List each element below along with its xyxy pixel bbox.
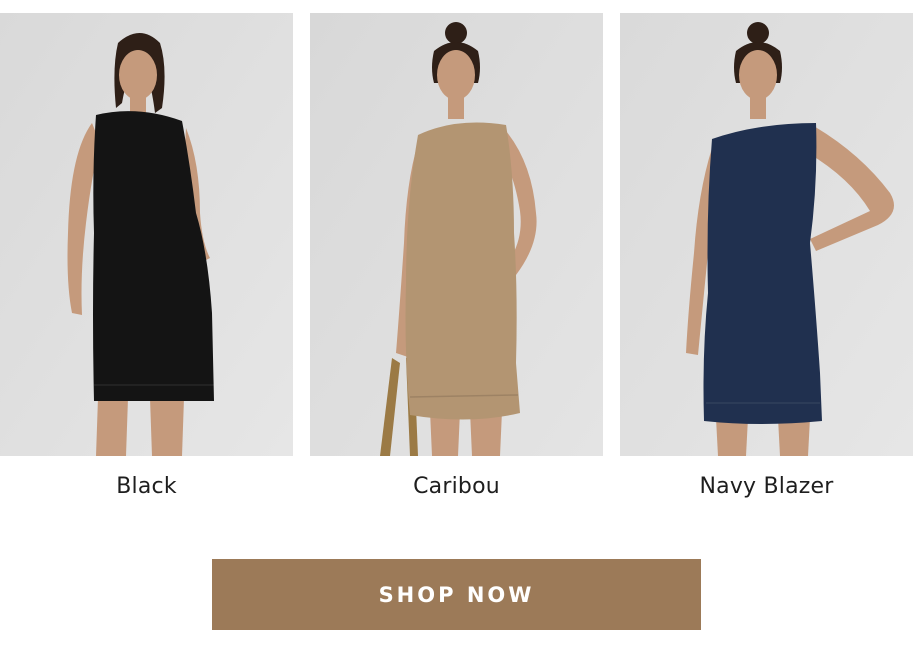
product-label-caribou[interactable]: Caribou [310, 474, 603, 499]
product-card-caribou[interactable] [310, 13, 603, 456]
product-photo-caribou[interactable] [310, 13, 603, 456]
product-photo-navy-blazer[interactable] [620, 13, 913, 456]
product-card-black[interactable] [0, 13, 293, 456]
shop-now-button[interactable]: SHOP NOW [212, 559, 701, 630]
product-label-navy-blazer[interactable]: Navy Blazer [620, 474, 913, 499]
product-label-black[interactable]: Black [0, 474, 293, 499]
product-card-navy-blazer[interactable] [620, 13, 913, 456]
product-photo-black[interactable] [0, 13, 293, 456]
product-grid [0, 13, 913, 456]
